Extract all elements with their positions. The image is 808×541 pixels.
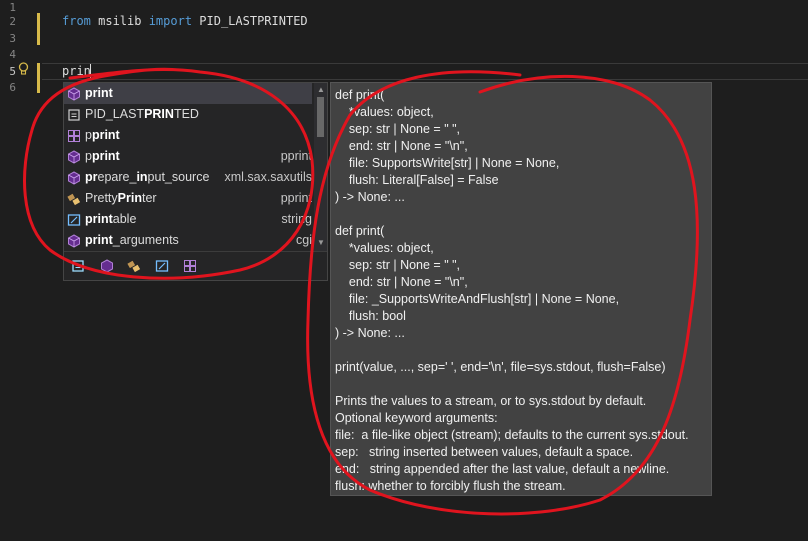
module-icon bbox=[68, 130, 80, 142]
tooltip-line: Prints the values to a stream, or to sys… bbox=[335, 394, 647, 408]
tooltip-line: file: a file-like object (stream); defau… bbox=[335, 428, 689, 442]
code-line-1[interactable]: from msilib import PID_LASTPRINTED bbox=[62, 13, 308, 30]
lightbulb-icon[interactable] bbox=[18, 62, 29, 76]
tooltip-line: end: str | None = "\n", bbox=[335, 275, 468, 289]
tooltip-line: def print( bbox=[335, 88, 385, 102]
tooltip-line: file: SupportsWrite[str] | None = None, bbox=[335, 156, 560, 170]
scroll-up-arrow[interactable]: ▲ bbox=[317, 85, 325, 95]
completion-item-source: string bbox=[281, 212, 312, 226]
completion-item-source: pprint bbox=[280, 149, 312, 163]
completion-item[interactable]: print bbox=[64, 83, 312, 104]
completion-item-source: xml.sax.saxutils bbox=[224, 170, 312, 184]
tooltip-line: sep: string inserted between values, def… bbox=[335, 445, 634, 459]
module-name: msilib bbox=[90, 14, 149, 28]
tooltip-line: print(value, ..., sep=' ', end='\n', fil… bbox=[335, 360, 666, 374]
tooltip-line: sep: str | None = " ", bbox=[335, 258, 461, 272]
module-filter-icon[interactable] bbox=[183, 259, 197, 273]
completion-item-label: prepare_input_source bbox=[85, 170, 210, 184]
editor-gutter: 1 2 3 4 5 6 bbox=[0, 0, 36, 541]
completion-item-label: pprint bbox=[85, 128, 120, 142]
tooltip-line: ) -> None: ... bbox=[335, 190, 405, 204]
completion-list[interactable]: print PID_LASTPRINTEDpprint pprint pprint pr… bbox=[63, 82, 328, 281]
namespace-filter-icon[interactable] bbox=[155, 259, 169, 273]
line-number: 3 bbox=[9, 32, 16, 45]
completion-item[interactable]: PID_LASTPRINTED bbox=[64, 104, 312, 125]
imported-name: PID_LASTPRINTED bbox=[192, 14, 308, 28]
change-indicator bbox=[37, 13, 40, 45]
cube-icon bbox=[68, 87, 80, 101]
line-number: 4 bbox=[9, 48, 16, 61]
completion-item-label: print_arguments bbox=[85, 233, 179, 247]
quick-info-tooltip: def print( *values: object, sep: str | N… bbox=[330, 82, 712, 496]
completion-item[interactable]: pprint bbox=[64, 125, 312, 146]
completion-filter-bar bbox=[64, 251, 327, 281]
class-icon bbox=[67, 193, 81, 206]
completion-item[interactable]: PrettyPrinter pprint bbox=[64, 188, 312, 209]
cube-icon bbox=[68, 171, 80, 185]
tooltip-line: *values: object, bbox=[335, 241, 434, 255]
completion-item-source: cgi bbox=[296, 233, 312, 247]
tooltip-line: end: string appended after the last valu… bbox=[335, 462, 670, 476]
namespace-icon bbox=[67, 214, 81, 226]
completion-item[interactable]: pprint pprint bbox=[64, 146, 312, 167]
tooltip-line: file: _SupportsWriteAndFlush[str] | None… bbox=[335, 292, 620, 306]
change-indicator bbox=[37, 63, 40, 93]
code-line-5[interactable]: prin bbox=[62, 63, 91, 80]
tooltip-line: *values: object, bbox=[335, 105, 434, 119]
tooltip-line: flush: bool bbox=[335, 309, 406, 323]
completion-item-label: print bbox=[85, 86, 113, 100]
text-caret bbox=[90, 64, 91, 79]
keyword-import: import bbox=[148, 14, 193, 28]
tooltip-line: end: str | None = "\n", bbox=[335, 139, 468, 153]
tooltip-line: ) -> None: ... bbox=[335, 326, 405, 340]
completion-item-label: PID_LASTPRINTED bbox=[85, 107, 199, 121]
scroll-thumb[interactable] bbox=[317, 97, 324, 137]
completion-item[interactable]: prepare_input_source xml.sax.saxutils bbox=[64, 167, 312, 188]
cube-icon bbox=[68, 234, 80, 248]
constant-filter-icon[interactable] bbox=[71, 259, 85, 273]
line-number-current: 5 bbox=[9, 65, 16, 78]
line-number: 2 bbox=[9, 15, 16, 28]
keyword-from: from bbox=[62, 14, 91, 28]
constant-icon bbox=[68, 109, 80, 121]
tooltip-line: def print( bbox=[335, 224, 385, 238]
current-line-highlight bbox=[42, 63, 808, 80]
completion-item-source: pprint bbox=[280, 191, 312, 205]
cube-icon bbox=[68, 150, 80, 164]
tooltip-line: Optional keyword arguments: bbox=[335, 411, 498, 425]
scroll-down-arrow[interactable]: ▼ bbox=[317, 238, 325, 248]
method-filter-icon[interactable] bbox=[100, 259, 114, 273]
tooltip-line: flush: whether to forcibly flush the str… bbox=[335, 479, 566, 493]
completion-item-label: printable bbox=[85, 212, 137, 226]
completion-item[interactable]: print_arguments cgi bbox=[64, 230, 312, 251]
line-number: 6 bbox=[9, 81, 16, 94]
completion-scrollbar[interactable]: ▲ ▼ bbox=[314, 83, 327, 251]
tooltip-line: sep: str | None = " ", bbox=[335, 122, 461, 136]
completion-item[interactable]: printable string bbox=[64, 209, 312, 230]
completion-item-label: PrettyPrinter bbox=[85, 191, 157, 205]
tooltip-line: flush: Literal[False] = False bbox=[335, 173, 499, 187]
completion-item-label: pprint bbox=[85, 149, 120, 163]
class-filter-icon[interactable] bbox=[127, 259, 141, 273]
